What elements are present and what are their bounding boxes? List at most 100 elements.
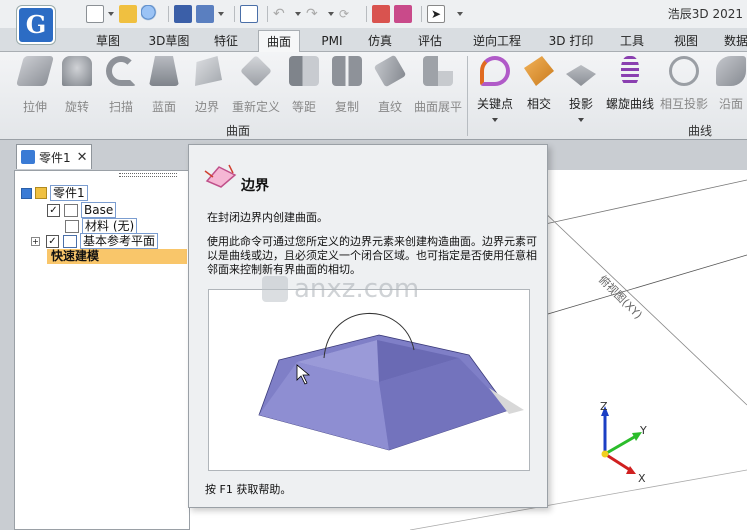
redefine-button[interactable]: 重新定义 [232,55,280,115]
material-icon [65,219,79,233]
project-icon [566,65,596,86]
intersect-icon [524,56,554,86]
tab-data[interactable]: 数据 [718,30,747,52]
tooltip-description: 使用此命令可通过您所定义的边界元素来创建构造曲面。边界元素可以是曲线或边，且必须… [207,235,537,276]
extrude-button[interactable]: 拉伸 [14,56,56,115]
copy-icon [332,56,362,86]
app-logo-letter: G [25,10,47,39]
properties-icon[interactable] [240,5,258,23]
bounded-button[interactable]: 边界 [186,56,228,115]
offset-button[interactable]: 等距 [283,56,325,115]
cross-project-label: 相互投影 [659,97,708,111]
loft-label: 蓝面 [151,100,176,114]
cross-project-button[interactable]: 相互投影 [658,56,710,112]
tree-node-quick-build[interactable]: 快速建模 [47,249,187,264]
keypoint-dropdown-icon[interactable] [492,118,498,122]
undo-dropdown-icon[interactable] [295,12,301,16]
loft-button[interactable]: 蓝面 [143,56,185,115]
quick-access-toolbar: ↶ ↷ ⟳ ➤ [86,4,468,24]
tab-features[interactable]: 特征 [206,30,246,52]
sweep-button[interactable]: 扫描 [100,56,142,115]
new-file-icon[interactable] [86,5,104,23]
panel-grip[interactable] [119,173,177,177]
tree-node-ref-planes[interactable]: + ✓ 基本参考平面 [31,233,159,249]
x-axis-label: X [638,472,646,485]
helix-curve-button[interactable]: 螺旋曲线 [604,56,656,112]
y-axis-label: Y [639,424,647,437]
quick-build-label: 快速建模 [47,249,187,264]
project-button[interactable]: 投影 [560,56,602,122]
app-logo[interactable]: G [17,6,55,44]
tab-reverse-engineering[interactable]: 逆向工程 [466,30,528,52]
intersect-label: 相交 [526,97,551,111]
expand-icon[interactable]: + [31,236,40,246]
document-tab[interactable]: 零件1 ✕ [16,144,92,169]
tooltip-summary: 在封闭边界内创建曲面。 [207,211,328,224]
keypoint-curve-button[interactable]: 关键点 [472,56,518,122]
copy-button[interactable]: 复制 [326,56,368,115]
flatten-surface-icon [423,56,453,86]
save-icon[interactable] [174,5,192,23]
tab-3d-sketch[interactable]: 3D草图 [142,30,196,52]
ref-planes-visibility-checkbox[interactable]: ✓ [46,234,59,248]
tab-surface[interactable]: 曲面 [258,30,300,52]
tab-evaluate[interactable]: 评估 [412,30,448,52]
bounded-icon [195,56,222,86]
tree-root-part[interactable]: 零件1 [21,185,88,201]
zoom-icon[interactable] [141,5,159,23]
tab-sketch[interactable]: 草图 [88,30,128,52]
customize-dropdown-icon[interactable] [457,12,463,16]
assembly-icon[interactable] [394,5,412,23]
surface-group-label: 曲面 [226,124,251,138]
watermark-text: anxz.com [294,274,420,304]
watermark-shield-icon [262,276,288,302]
part-icon[interactable] [372,5,390,23]
project-dropdown-icon[interactable] [578,118,584,122]
project-label: 投影 [568,97,593,111]
command-tooltip: 边界 在封闭边界内创建曲面。 使用此命令可通过您所定义的边界元素来创建构造曲面。… [188,144,548,508]
save-dropdown-icon[interactable] [218,12,224,16]
base-sketch-icon [64,203,78,217]
menu-tab-bar: 草图 3D草图 特征 曲面 PMI 仿真 评估 逆向工程 3D 打印 工具 视图… [0,28,747,52]
ruled-button[interactable]: 直纹 [369,54,411,115]
base-visibility-checkbox[interactable]: ✓ [47,203,60,217]
base-label: Base [81,202,117,218]
lock-icon [35,187,47,199]
tab-3d-print[interactable]: 3D 打印 [544,30,598,52]
copy-label: 复制 [334,100,359,114]
revolve-button[interactable]: 旋转 [56,56,98,115]
close-tab-icon[interactable]: ✕ [77,150,88,165]
offset-label: 等距 [291,100,316,114]
separator [267,6,268,22]
flatten-surface-button[interactable]: 曲面展平 [412,56,464,115]
repeat-icon[interactable]: ⟳ [339,5,357,23]
feature-tree-panel: 零件1 ✓ Base 材料 (无) + ✓ 基本参考平面 快速建模 [14,170,190,530]
tooltip-figure [208,289,530,471]
tab-simulation[interactable]: 仿真 [362,30,398,52]
select-arrow-icon[interactable]: ➤ [427,5,445,23]
tab-tools[interactable]: 工具 [614,30,650,52]
new-file-dropdown-icon[interactable] [108,12,114,16]
cross-project-icon [669,56,699,86]
window-title: 浩辰3D 2021 [667,7,743,21]
revolve-icon [62,56,92,86]
save-as-icon[interactable] [196,5,214,23]
redo-dropdown-icon[interactable] [328,12,334,16]
part-node-icon [21,187,32,199]
z-axis-label: Z [600,400,608,413]
open-folder-icon[interactable] [119,5,137,23]
bounded-surface-edge-line [204,170,214,178]
intersect-button[interactable]: 相交 [518,56,560,112]
tree-node-material[interactable]: 材料 (无) [65,218,138,234]
tree-node-base[interactable]: ✓ Base [47,202,117,218]
undo-icon[interactable]: ↶ [273,5,291,23]
redo-icon[interactable]: ↷ [306,5,324,23]
group-separator [467,56,468,136]
flatten-surface-label: 曲面展平 [413,100,462,114]
tab-view[interactable]: 视图 [668,30,704,52]
curve-group-label: 曲线 [688,124,713,138]
along-surface-button[interactable]: 沿面 [710,56,747,112]
extrude-icon [15,56,55,86]
tooltip-help-hint: 按 F1 获取帮助。 [205,483,292,496]
tab-pmi[interactable]: PMI [312,30,352,52]
